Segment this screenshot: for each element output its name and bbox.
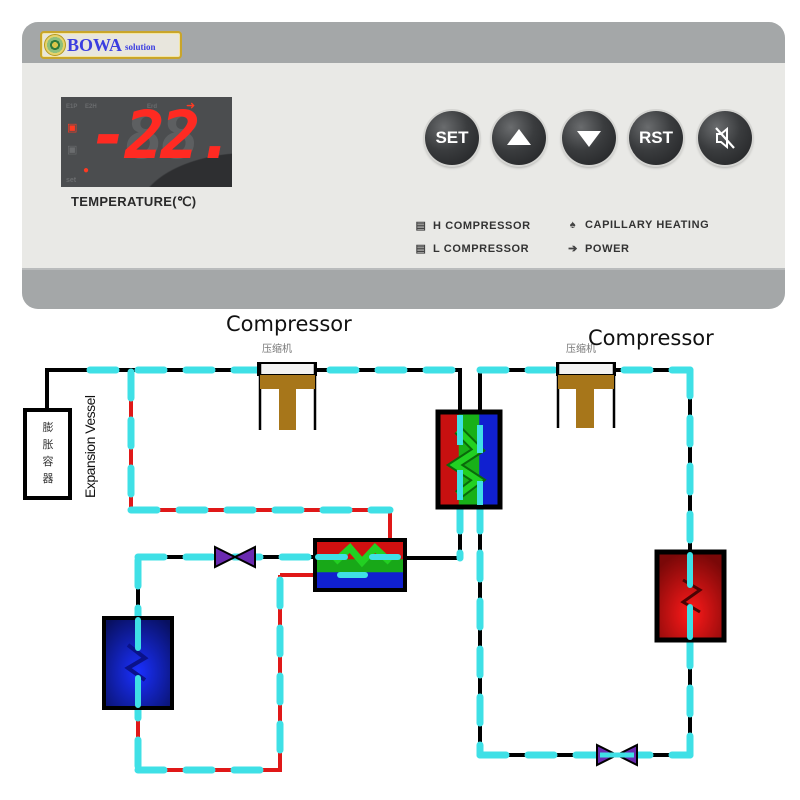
- controller-panel: BOWA solution E1P E2H Erd ➜ ▣ ▣ ● set -8…: [22, 22, 785, 309]
- temperature-label: TEMPERATURE(℃): [71, 194, 197, 209]
- compressor-left: [257, 362, 317, 430]
- l-compressor-indicator-icon: ▣: [67, 144, 78, 156]
- set-button[interactable]: SET: [425, 111, 479, 165]
- cascade-heat-exchanger: [435, 409, 503, 510]
- regenerative-heat-exchanger: [313, 538, 407, 592]
- legend-power: ➔ POWER: [567, 242, 630, 256]
- temperature-display: E1P E2H Erd ➜ ▣ ▣ ● set -88.8 -22.5: [61, 97, 232, 187]
- evaporator-low: [102, 616, 174, 710]
- display-value: -22.5: [89, 97, 232, 174]
- expansion-valve-left: [214, 545, 256, 569]
- brand-name: BOWA: [67, 35, 123, 55]
- expansion-valve-right: [596, 743, 638, 767]
- brand-logo: BOWA solution: [40, 31, 182, 59]
- rst-button[interactable]: RST: [629, 111, 683, 165]
- brand-suffix: solution: [125, 42, 156, 52]
- mute-speaker-icon: [715, 126, 735, 150]
- flame-icon: ♠: [569, 219, 577, 231]
- condenser-high: [654, 549, 727, 643]
- up-triangle-icon: [507, 129, 531, 145]
- rst-button-label: RST: [639, 128, 673, 147]
- mute-button[interactable]: [698, 111, 752, 165]
- legend-h-compressor-label: H COMPRESSOR: [433, 219, 531, 232]
- l-compressor-icon: ▤: [415, 243, 427, 255]
- brand-emblem-icon: [44, 34, 66, 56]
- legend-h-compressor: ▤ H COMPRESSOR: [415, 219, 531, 233]
- compressor-right: [556, 362, 616, 428]
- down-button[interactable]: [562, 111, 616, 165]
- legend-capillary-heating-label: CAPILLARY HEATING: [585, 219, 710, 231]
- legend-capillary-heating: ♠ CAPILLARY HEATING: [567, 219, 709, 231]
- plug-icon: ➔: [568, 243, 578, 255]
- h-compressor-indicator-icon: ▣: [67, 122, 78, 134]
- h-compressor-icon: ▤: [415, 220, 427, 232]
- legend-l-compressor: ▤ L COMPRESSOR: [415, 242, 530, 256]
- indicator-e1p: E1P: [66, 104, 78, 110]
- expansion-vessel-label: Expansion Vessel: [82, 395, 98, 498]
- legend-power-label: POWER: [585, 242, 630, 255]
- refrigeration-diagram: Compressor 压缩机 压缩机 Compressor 膨 胀 容 器 Ex…: [0, 300, 800, 800]
- down-triangle-icon: [577, 131, 601, 147]
- set-indicator: set: [66, 177, 77, 184]
- circuit-svg: [23, 362, 727, 774]
- legend-l-compressor-label: L COMPRESSOR: [433, 242, 530, 255]
- up-button[interactable]: [492, 111, 546, 165]
- set-button-label: SET: [435, 128, 469, 147]
- expansion-vessel-cn-label: 膨 胀 容 器: [42, 422, 54, 485]
